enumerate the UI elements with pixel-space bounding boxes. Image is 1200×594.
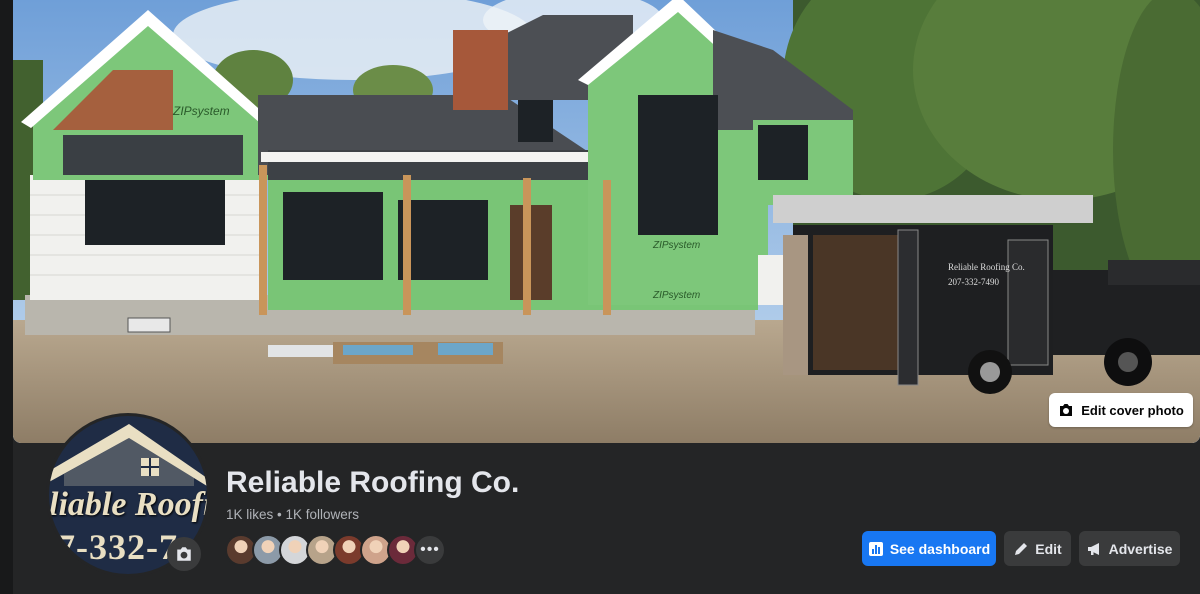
edit-page-button[interactable]: Edit	[1004, 531, 1071, 566]
edit-cover-photo-button[interactable]: Edit cover photo	[1049, 393, 1193, 427]
megaphone-icon	[1087, 542, 1099, 555]
chart-icon	[868, 541, 883, 556]
pencil-icon	[1015, 542, 1028, 555]
advertise-button[interactable]: Advertise	[1079, 531, 1180, 566]
left-gutter	[0, 0, 13, 594]
svg-text:ZIPsystem: ZIPsystem	[652, 240, 700, 251]
more-followers-indicator[interactable]: •••	[414, 534, 446, 566]
cover-photo-illustration: ZIPsystem ZIPsystem ZIPsystem Reliable R…	[13, 0, 1200, 443]
update-profile-picture-button[interactable]	[167, 537, 201, 571]
see-dashboard-label: See dashboard	[889, 540, 991, 557]
likes-followers-count[interactable]: 1K likes • 1K followers	[226, 507, 359, 522]
follower-avatars[interactable]: •••	[225, 534, 446, 566]
edit-label: Edit	[1035, 540, 1062, 557]
trailer-logo-text: Reliable Roofing Co.	[948, 262, 1025, 272]
see-dashboard-button[interactable]: See dashboard	[862, 531, 996, 566]
edit-cover-label: Edit cover photo	[1081, 402, 1184, 418]
profile-logo-text: liable Roofing	[49, 486, 207, 523]
camera-icon	[177, 547, 191, 561]
page-title: Reliable Roofing Co.	[226, 466, 520, 499]
profile-logo-phone: 7-332-7	[57, 527, 178, 567]
page-header: ZIPsystem ZIPsystem ZIPsystem Reliable R…	[0, 0, 1200, 594]
advertise-label: Advertise	[1108, 540, 1173, 557]
camera-icon	[1060, 404, 1073, 416]
wrap-brand-text: ZIPsystem	[172, 104, 230, 118]
trailer-phone-text: 207-332-7490	[948, 277, 999, 287]
cover-photo[interactable]: ZIPsystem ZIPsystem ZIPsystem Reliable R…	[13, 0, 1200, 443]
svg-text:ZIPsystem: ZIPsystem	[652, 290, 700, 301]
